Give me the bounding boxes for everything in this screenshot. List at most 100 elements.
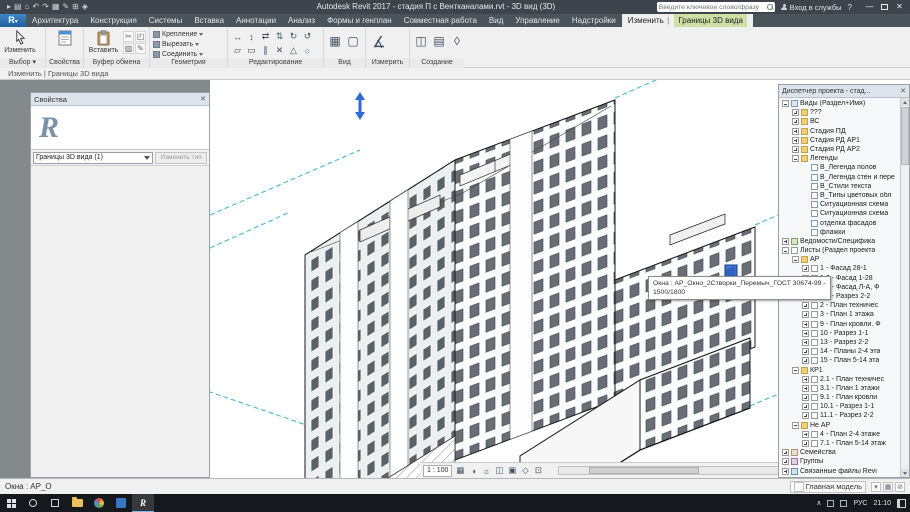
edit-tool-icon[interactable]: ↺ xyxy=(301,30,314,43)
edit-tool-icon[interactable]: ↕ xyxy=(245,30,258,43)
ribbon-tab[interactable]: Конструкция xyxy=(84,14,142,27)
expand-toggle-icon[interactable] xyxy=(802,339,809,346)
status-toggle-icon[interactable]: ▦ xyxy=(883,482,893,492)
create-tool-icon[interactable]: ▤ xyxy=(431,33,447,49)
browser-scrollbar[interactable] xyxy=(900,98,909,477)
panel-label-create[interactable]: Создание xyxy=(410,58,464,68)
status-toggle-icon[interactable]: ⊘ xyxy=(895,482,905,492)
ribbon-tab[interactable]: Вид xyxy=(483,14,509,27)
view-tool-icon[interactable]: ▦ xyxy=(327,33,343,49)
quick-access-icon[interactable]: ↶ xyxy=(32,0,39,14)
search-button[interactable] xyxy=(22,494,44,512)
scroll-up-icon[interactable] xyxy=(901,98,909,106)
edit-tool-icon[interactable]: ↻ xyxy=(287,30,300,43)
expand-toggle-icon[interactable] xyxy=(802,357,809,364)
expand-toggle-icon[interactable] xyxy=(792,137,799,144)
signin-button[interactable]: Вход в службы xyxy=(781,3,842,12)
quick-access-icon[interactable]: ✎ xyxy=(62,0,69,14)
expand-toggle-icon[interactable] xyxy=(802,330,809,337)
quick-access-icon[interactable]: ⊞ xyxy=(72,0,79,14)
browser-tree-item[interactable]: 7.1 - План 5-14 этаж xyxy=(779,439,900,448)
scroll-down-icon[interactable] xyxy=(901,469,909,477)
view-control-icon[interactable]: ▣ xyxy=(506,465,518,477)
ribbon-tab[interactable]: Анализ xyxy=(282,14,321,27)
file-explorer-icon[interactable] xyxy=(66,494,88,512)
browser-tree-item[interactable]: Ситуационная схема xyxy=(779,209,900,218)
quick-access-icon[interactable]: ⌂ xyxy=(25,0,30,14)
panel-label-geometry[interactable]: Геометрия xyxy=(150,58,227,68)
edit-tool-icon[interactable]: △ xyxy=(287,44,300,57)
modify-button[interactable]: Изменить xyxy=(3,29,37,54)
browser-tree-item[interactable]: Листы (Раздел проекта xyxy=(779,246,900,255)
edit-tool-icon[interactable]: ▭ xyxy=(245,44,258,57)
expand-toggle-icon[interactable] xyxy=(802,394,809,401)
browser-tree-item[interactable]: Легенды xyxy=(779,154,900,163)
browser-tree-item[interactable]: КР1 xyxy=(779,365,900,374)
start-button[interactable] xyxy=(0,494,22,512)
panel-label-edit[interactable]: Редактирование xyxy=(228,58,323,68)
edit-tool-icon[interactable]: ↔ xyxy=(231,30,244,43)
browser-tree-item[interactable]: 11.1 - Разрез 2-2 xyxy=(779,411,900,420)
browser-tree-item[interactable]: 13 - Разрез 2-2 xyxy=(779,338,900,347)
ribbon-tab[interactable]: Вставка xyxy=(188,14,230,27)
close-button[interactable]: ✕ xyxy=(892,0,907,15)
scale-button[interactable]: 1 : 100 xyxy=(423,465,452,477)
create-tool-icon[interactable]: ◫ xyxy=(413,33,429,49)
browser-tree-item[interactable]: В_Стили текста xyxy=(779,182,900,191)
browser-tree-item[interactable]: 9.1 - План кровли xyxy=(779,393,900,402)
expand-toggle-icon[interactable] xyxy=(792,146,799,153)
expand-toggle-icon[interactable] xyxy=(792,128,799,135)
properties-header[interactable]: Свойства ✕ xyxy=(31,93,209,106)
browser-tree-item[interactable]: 10.1 - Разрез 1-1 xyxy=(779,402,900,411)
clipboard-tool-icon[interactable]: ▨ xyxy=(123,43,134,54)
expand-toggle-icon[interactable] xyxy=(802,302,809,309)
application-menu-button[interactable]: R▾ xyxy=(0,14,26,27)
browser-tree-item[interactable]: флажки xyxy=(779,228,900,237)
browser-tree-item[interactable]: Стадия РД АР2 xyxy=(779,145,900,154)
browser-tree-item[interactable]: 2.1 - План техничес xyxy=(779,375,900,384)
task-view-button[interactable] xyxy=(44,494,66,512)
expand-toggle-icon[interactable] xyxy=(802,431,809,438)
ribbon-tab[interactable]: Системы xyxy=(143,14,189,27)
browser-tree-item[interactable]: 1 - Фасад 28-1 xyxy=(779,264,900,273)
measure-tool-icon[interactable]: ∡ xyxy=(369,32,389,52)
geometry-tool-button[interactable]: Вырезать xyxy=(153,40,203,49)
browser-tree-item[interactable]: Ведомости/Специфика xyxy=(779,237,900,246)
edit-tool-icon[interactable]: ○ xyxy=(301,44,314,57)
browser-tree-item[interactable]: АР xyxy=(779,255,900,264)
expand-toggle-icon[interactable] xyxy=(792,422,799,429)
clipboard-tool-icon[interactable]: ✎ xyxy=(135,43,146,54)
expand-toggle-icon[interactable] xyxy=(792,256,799,263)
scrollbar-thumb[interactable] xyxy=(901,107,909,165)
browser-tree-item[interactable]: 4 - План 2-4 этаже xyxy=(779,430,900,439)
ribbon-tab[interactable]: Надстройки xyxy=(566,14,622,27)
expand-toggle-icon[interactable] xyxy=(792,367,799,374)
browser-tree-item[interactable]: отделка фасадов xyxy=(779,218,900,227)
expand-toggle-icon[interactable] xyxy=(782,247,789,254)
browser-tree-item[interactable]: ??? xyxy=(779,108,900,117)
expand-toggle-icon[interactable] xyxy=(782,468,789,475)
browser-tree-item[interactable]: 9 - План кровли. Ф xyxy=(779,320,900,329)
view-control-icon[interactable]: ◇ xyxy=(519,465,531,477)
panel-label-measure[interactable]: Измерить xyxy=(366,58,409,68)
ribbon-tab-modify-contextual[interactable]: Изменить | Границы 3D вида xyxy=(622,14,753,27)
expand-toggle-icon[interactable] xyxy=(782,458,789,465)
view-tool-icon[interactable]: ▢ xyxy=(345,33,361,49)
view-control-icon[interactable]: ◫ xyxy=(493,465,505,477)
view-control-icon[interactable]: ⊡ xyxy=(532,465,544,477)
expand-toggle-icon[interactable] xyxy=(782,449,789,456)
properties-button[interactable] xyxy=(49,29,80,46)
help-icon[interactable]: ? xyxy=(848,3,852,12)
expand-toggle-icon[interactable] xyxy=(802,265,809,272)
quick-access-icon[interactable]: ↷ xyxy=(42,0,49,14)
ribbon-tab[interactable]: Формы и генплан xyxy=(321,14,398,27)
expand-toggle-icon[interactable] xyxy=(802,311,809,318)
browser-tree-item[interactable]: Семейства xyxy=(779,448,900,457)
scrollbar-thumb[interactable] xyxy=(589,467,699,474)
expand-toggle-icon[interactable] xyxy=(782,100,789,107)
expand-toggle-icon[interactable] xyxy=(802,321,809,328)
minimize-button[interactable]: — xyxy=(862,0,877,15)
expand-toggle-icon[interactable] xyxy=(802,440,809,447)
notification-center-icon[interactable] xyxy=(897,499,906,508)
browser-tree-item[interactable]: 3 - План 1 этажа xyxy=(779,310,900,319)
